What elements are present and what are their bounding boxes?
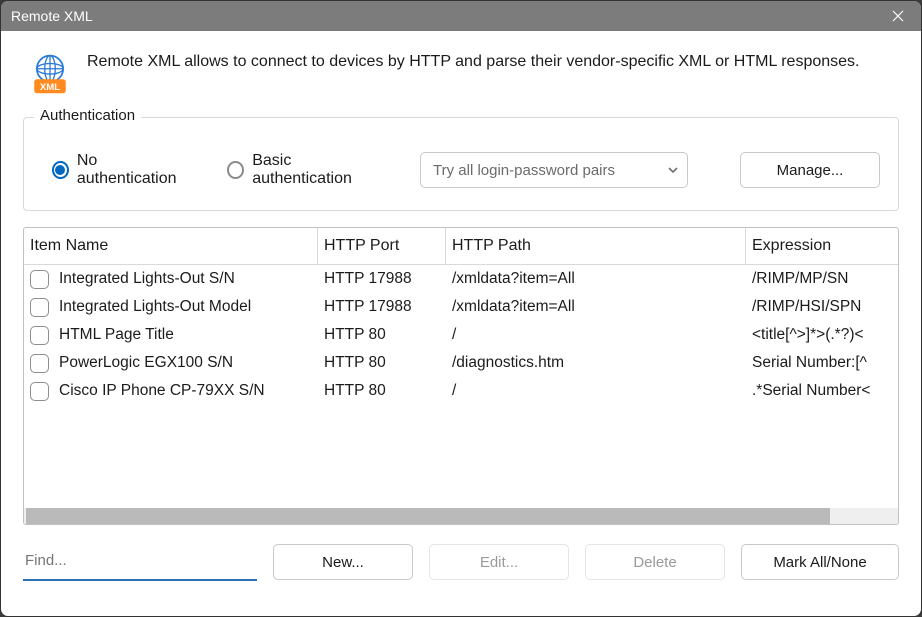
chevron-down-icon [667, 164, 679, 176]
radio-label: Basic authentication [252, 152, 384, 188]
title-bar: Remote XML [1, 1, 921, 31]
cell-name: Cisco IP Phone CP-79XX S/N [24, 382, 318, 401]
close-icon [892, 10, 904, 22]
cell-name: HTML Page Title [24, 326, 318, 345]
row-name-text: Cisco IP Phone CP-79XX S/N [59, 382, 265, 400]
horizontal-scrollbar[interactable] [24, 508, 898, 524]
row-name-text: HTML Page Title [59, 326, 174, 344]
new-button[interactable]: New... [273, 544, 413, 580]
find-input[interactable] [23, 543, 257, 581]
cell-path: / [446, 326, 746, 344]
items-list: Item Name HTTP Port HTTP Path Expression… [23, 227, 899, 525]
table-row[interactable]: Integrated Lights-Out S/N HTTP 17988/xmld… [24, 265, 898, 293]
cell-path: /xmldata?item=All [446, 298, 746, 316]
table-row[interactable]: Integrated Lights-Out Model HTTP 17988/xm… [24, 293, 898, 321]
column-header-port[interactable]: HTTP Port [318, 228, 446, 264]
window-title: Remote XML [11, 1, 93, 31]
combobox-value: Try all login-password pairs [433, 162, 615, 179]
column-header-path[interactable]: HTTP Path [446, 228, 746, 264]
radio-label: No authentication [77, 152, 191, 188]
cell-name: Integrated Lights-Out S/N [24, 270, 318, 289]
cell-path: / [446, 382, 746, 400]
mark-all-none-button[interactable]: Mark All/None [741, 544, 899, 580]
close-button[interactable] [875, 1, 921, 31]
svg-text:XML: XML [40, 82, 60, 93]
cell-expression: <title[^>]*>(.*?)< [746, 326, 898, 344]
column-header-name[interactable]: Item Name [24, 228, 318, 264]
dialog-content: XML Remote XML allows to connect to devi… [1, 31, 921, 616]
cell-port: HTTP 80 [318, 326, 446, 344]
row-checkbox[interactable] [30, 326, 49, 345]
manage-button[interactable]: Manage... [740, 152, 880, 188]
login-pairs-combobox[interactable]: Try all login-password pairs [420, 152, 688, 188]
cell-expression: .*Serial Number< [746, 382, 898, 400]
cell-path: /diagnostics.htm [446, 354, 746, 372]
row-checkbox[interactable] [30, 354, 49, 373]
row-checkbox[interactable] [30, 382, 49, 401]
column-header-expression[interactable]: Expression [746, 228, 898, 264]
row-name-text: PowerLogic EGX100 S/N [59, 354, 233, 372]
authentication-group: Authentication No authentication Basic a… [23, 117, 899, 211]
button-label: Manage... [777, 162, 844, 179]
intro-text: Remote XML allows to connect to devices … [87, 51, 859, 73]
table-row[interactable]: PowerLogic EGX100 S/N HTTP 80/diagnostics… [24, 349, 898, 377]
cell-expression: Serial Number:[^ [746, 354, 898, 372]
cell-port: HTTP 80 [318, 382, 446, 400]
cell-path: /xmldata?item=All [446, 270, 746, 288]
row-name-text: Integrated Lights-Out S/N [59, 270, 235, 288]
list-body: Integrated Lights-Out S/N HTTP 17988/xmld… [24, 265, 898, 508]
bottom-bar: New... Edit... Delete Mark All/None [23, 543, 899, 581]
radio-no-authentication[interactable]: No authentication [52, 152, 191, 188]
authentication-row: No authentication Basic authentication T… [52, 152, 880, 188]
table-row[interactable]: Cisco IP Phone CP-79XX S/N HTTP 80/.*Seri… [24, 377, 898, 405]
row-name-text: Integrated Lights-Out Model [59, 298, 251, 316]
list-header: Item Name HTTP Port HTTP Path Expression [24, 228, 898, 265]
row-checkbox[interactable] [30, 270, 49, 289]
cell-port: HTTP 80 [318, 354, 446, 372]
table-row[interactable]: HTML Page Title HTTP 80/<title[^>]*>(.*?)… [24, 321, 898, 349]
cell-name: Integrated Lights-Out Model [24, 298, 318, 317]
scrollbar-thumb[interactable] [26, 508, 830, 524]
cell-port: HTTP 17988 [318, 298, 446, 316]
edit-button[interactable]: Edit... [429, 544, 569, 580]
row-checkbox[interactable] [30, 298, 49, 317]
cell-name: PowerLogic EGX100 S/N [24, 354, 318, 373]
cell-expression: /RIMP/MP/SN [746, 270, 898, 288]
dialog-window: Remote XML XML Remote XML allows to conn… [0, 0, 922, 617]
cell-expression: /RIMP/HSI/SPN [746, 298, 898, 316]
delete-button[interactable]: Delete [585, 544, 725, 580]
authentication-legend: Authentication [34, 107, 141, 124]
radio-icon [227, 161, 244, 179]
radio-basic-authentication[interactable]: Basic authentication [227, 152, 384, 188]
xml-icon: XML [29, 53, 71, 95]
intro-block: XML Remote XML allows to connect to devi… [29, 51, 899, 95]
cell-port: HTTP 17988 [318, 270, 446, 288]
radio-icon [52, 161, 69, 179]
